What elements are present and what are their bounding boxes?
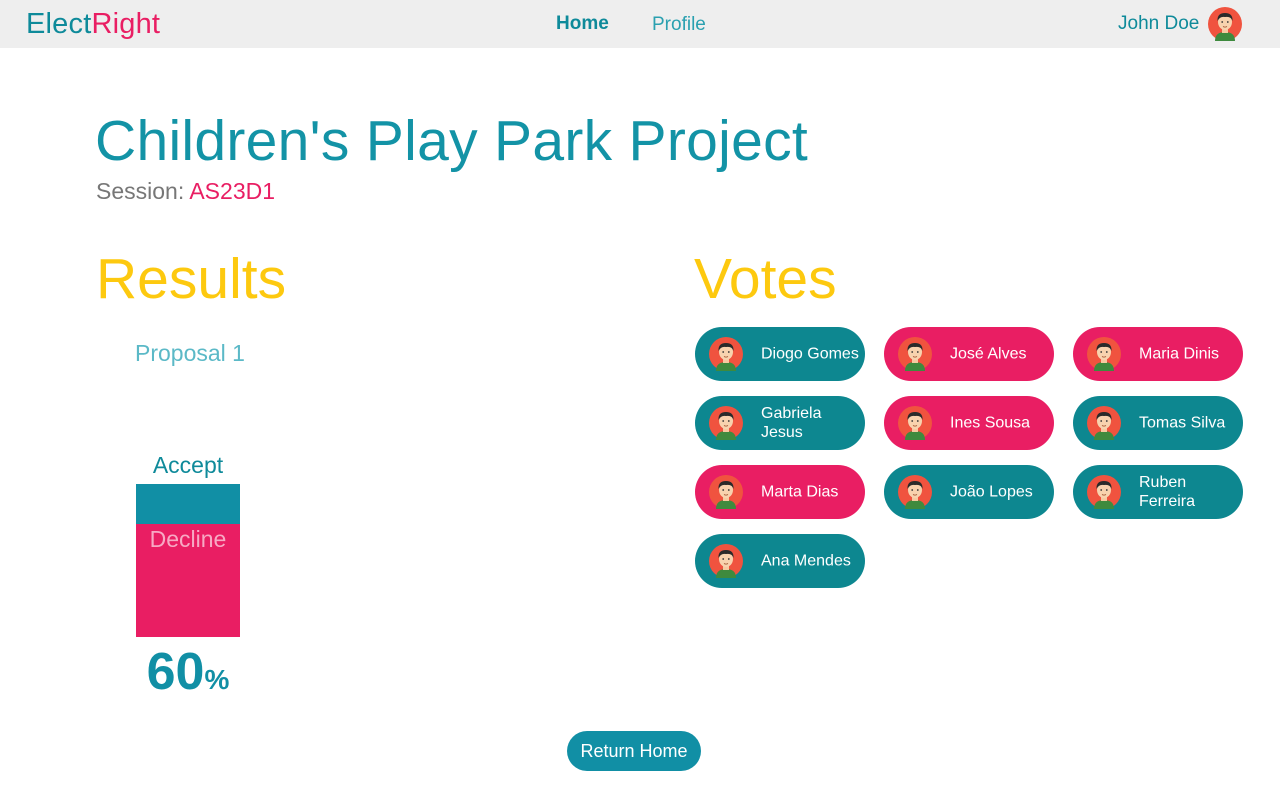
brand-part-right: Right bbox=[91, 8, 161, 40]
voter-name: Ines Sousa bbox=[950, 414, 1031, 432]
percent-value: 60 bbox=[146, 643, 205, 701]
voter-name: Diogo Gomes bbox=[761, 345, 859, 363]
accept-bar-fill bbox=[136, 484, 240, 524]
voter-name: Maria Dinis bbox=[1139, 345, 1220, 363]
nav-home-link[interactable]: Home bbox=[556, 13, 609, 35]
voter-avatar-icon bbox=[898, 337, 932, 371]
votes-heading: Votes bbox=[694, 247, 837, 311]
nav-profile-link[interactable]: Profile bbox=[652, 14, 706, 36]
brand-logo[interactable]: ElectRight bbox=[26, 8, 160, 41]
voter-pill[interactable]: Ana Mendes bbox=[695, 534, 865, 588]
voter-name: João Lopes bbox=[950, 483, 1033, 501]
voter-name: Tomas Silva bbox=[1139, 414, 1226, 432]
percent-symbol: % bbox=[204, 664, 230, 695]
top-navbar: ElectRight Home Profile John Doe bbox=[0, 0, 1280, 48]
voter-pill[interactable]: Maria Dinis bbox=[1073, 327, 1243, 381]
result-percentage: 60% bbox=[136, 642, 240, 702]
voter-pill[interactable]: Ines Sousa bbox=[884, 396, 1054, 450]
project-title: Children's Play Park Project bbox=[95, 109, 809, 173]
user-name[interactable]: John Doe bbox=[1118, 13, 1199, 35]
voter-avatar-icon bbox=[1087, 406, 1121, 440]
session-label: Session: bbox=[96, 178, 190, 204]
results-heading: Results bbox=[96, 247, 287, 311]
voter-name: Marta Dias bbox=[761, 483, 839, 501]
voter-pill[interactable]: Gabriela Jesus bbox=[695, 396, 865, 450]
voter-pill[interactable]: José Alves bbox=[884, 327, 1054, 381]
decline-label: Decline bbox=[149, 526, 227, 552]
voter-name: Gabriela Jesus bbox=[761, 405, 822, 441]
voter-pill[interactable]: Tomas Silva bbox=[1073, 396, 1243, 450]
voter-name: Ana Mendes bbox=[761, 552, 851, 570]
result-bar: Decline bbox=[136, 484, 240, 637]
voter-avatar-icon bbox=[1087, 337, 1121, 371]
accept-label: Accept bbox=[152, 452, 224, 478]
voter-pill[interactable]: Diogo Gomes bbox=[695, 327, 865, 381]
voter-avatar-icon bbox=[898, 406, 932, 440]
voter-name: Ruben Ferreira bbox=[1139, 474, 1196, 510]
voter-avatar-icon bbox=[709, 475, 743, 509]
voter-pill[interactable]: Marta Dias bbox=[695, 465, 865, 519]
session-code: AS23D1 bbox=[189, 178, 276, 204]
voter-avatar-icon bbox=[1087, 475, 1121, 509]
user-avatar-icon[interactable] bbox=[1208, 7, 1242, 41]
proposal-label: Proposal 1 bbox=[135, 340, 245, 366]
voter-pill[interactable]: Ruben Ferreira bbox=[1073, 465, 1243, 519]
session-info: Session: AS23D1 bbox=[96, 178, 275, 205]
return-home-button[interactable]: Return Home bbox=[567, 731, 701, 771]
voter-avatar-icon bbox=[898, 475, 932, 509]
voter-name: José Alves bbox=[950, 345, 1027, 363]
voter-avatar-icon bbox=[709, 544, 743, 578]
voter-avatar-icon bbox=[709, 406, 743, 440]
voter-avatar-icon bbox=[709, 337, 743, 371]
brand-part-elect: Elect bbox=[26, 8, 92, 40]
voter-pill[interactable]: João Lopes bbox=[884, 465, 1054, 519]
